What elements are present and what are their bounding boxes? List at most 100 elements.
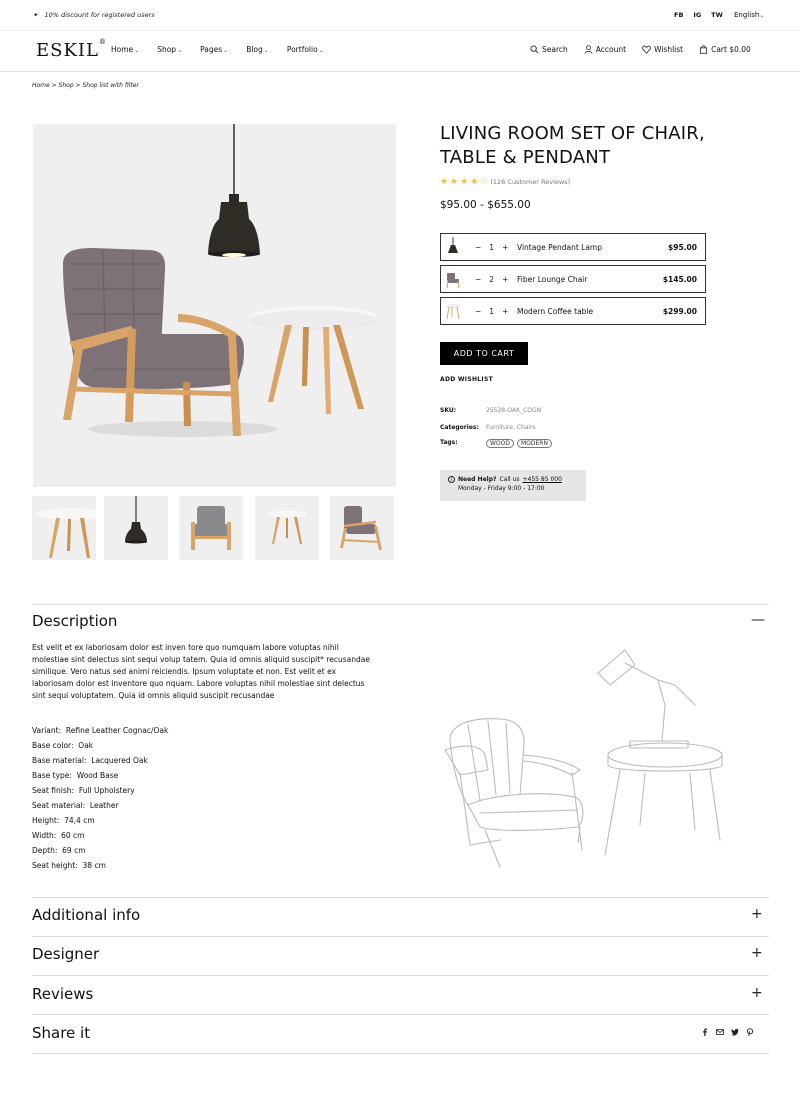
thumbnail-table[interactable] xyxy=(32,496,96,560)
nav-item-blog[interactable]: Blog⌄ xyxy=(246,45,269,54)
bundle-item: − 1 + Modern Coffee table $299.00 xyxy=(440,297,706,325)
star-empty-icon: ☆ xyxy=(480,177,489,187)
header-utilities: Search Account Wishlist Cart $0.00 xyxy=(530,45,751,54)
increase-qty-button[interactable]: + xyxy=(502,243,508,252)
qty-value[interactable]: 2 xyxy=(489,275,494,284)
designer-heading[interactable]: Designer xyxy=(32,945,99,963)
spec-value: 38 cm xyxy=(82,861,106,870)
pinterest-icon[interactable] xyxy=(746,1028,754,1036)
chevron-down-icon: ⌄ xyxy=(223,47,229,54)
spec-value: Refine Leather Cognac/Oak xyxy=(65,726,169,735)
twitter-icon[interactable] xyxy=(731,1028,739,1036)
divider xyxy=(32,975,769,976)
tag-wood[interactable]: WOOD xyxy=(486,439,514,448)
table-icon xyxy=(445,304,461,320)
search-icon xyxy=(530,45,539,54)
heart-icon xyxy=(642,45,651,54)
plus-icon[interactable]: + xyxy=(751,985,763,1001)
plus-icon[interactable]: + xyxy=(751,945,763,961)
thumbnail-chair-front[interactable] xyxy=(179,496,243,560)
bundle-item-price: $145.00 xyxy=(662,274,697,284)
review-count[interactable]: (126 Customer Reviews) xyxy=(490,178,570,186)
help-label: Need Help? xyxy=(458,476,497,483)
mail-icon[interactable] xyxy=(716,1028,724,1036)
star-filled-icon: ★ xyxy=(470,177,479,187)
description-heading[interactable]: Description xyxy=(32,612,117,630)
decrease-qty-button[interactable]: − xyxy=(475,307,481,316)
nav-item-home[interactable]: Home⌄ xyxy=(111,45,139,54)
sku-label: SKU: xyxy=(440,407,457,414)
logo[interactable]: ESKIL® xyxy=(36,38,107,61)
qty-value[interactable]: 1 xyxy=(489,307,494,316)
chevron-down-icon: ⌄ xyxy=(134,47,140,54)
help-phone-link[interactable]: +455 85 000 xyxy=(523,476,562,483)
thumbnail-table-2[interactable] xyxy=(255,496,319,560)
quantity-stepper: − 1 + xyxy=(475,243,515,252)
spec-row: Seat finish: Full Upholstery xyxy=(32,783,168,798)
social-link-fb[interactable]: FB xyxy=(674,11,683,19)
breadcrumb[interactable]: Home > Shop > Shop list with filter xyxy=(32,82,139,89)
divider xyxy=(32,1014,769,1015)
divider xyxy=(32,1053,769,1054)
spec-row: Seat height: 38 cm xyxy=(32,858,168,873)
wishlist-button[interactable]: Wishlist xyxy=(642,45,683,54)
thumbnail-chair-side[interactable] xyxy=(330,496,394,560)
bundle-item-price: $95.00 xyxy=(668,242,697,252)
nav-label: Shop xyxy=(157,45,177,54)
bundle-item: − 1 + Vintage Pendant Lamp $95.00 xyxy=(440,233,706,261)
decrease-qty-button[interactable]: − xyxy=(475,243,481,252)
bundle-item-name[interactable]: Modern Coffee table xyxy=(517,307,663,316)
star-filled-icon: ★ xyxy=(450,177,459,187)
bundle-item-name[interactable]: Vintage Pendant Lamp xyxy=(517,243,668,252)
product-main-image[interactable] xyxy=(33,124,396,487)
nav-item-pages[interactable]: Pages⌄ xyxy=(200,45,228,54)
collapse-icon[interactable]: — xyxy=(751,612,765,628)
language-select[interactable]: English⌄ xyxy=(734,11,764,19)
search-button[interactable]: Search xyxy=(530,45,568,54)
specs-list: Variant: Refine Leather Cognac/Oak Base … xyxy=(32,723,168,873)
nav-label: Home xyxy=(111,45,134,54)
social-link-tw[interactable]: TW xyxy=(711,11,723,19)
reviews-heading[interactable]: Reviews xyxy=(32,985,93,1003)
chevron-down-icon: ⌄ xyxy=(263,47,269,54)
bundle-item-name[interactable]: Fiber Lounge Chair xyxy=(517,275,663,284)
spec-key: Base type: xyxy=(32,771,72,780)
cart-button[interactable]: Cart $0.00 xyxy=(699,45,751,54)
qty-value[interactable]: 1 xyxy=(489,243,494,252)
nav-label: Blog xyxy=(246,45,263,54)
account-button[interactable]: Account xyxy=(584,45,626,54)
increase-qty-button[interactable]: + xyxy=(502,275,508,284)
tag-modern[interactable]: MODERN xyxy=(517,439,552,448)
table-thumbnail-image xyxy=(36,508,96,558)
chevron-down-icon: ⌄ xyxy=(318,47,324,54)
price-range: $95.00 - $655.00 xyxy=(440,199,531,211)
plus-icon[interactable]: + xyxy=(751,906,763,922)
lamp-thumbnail-image xyxy=(125,496,147,544)
increase-qty-button[interactable]: + xyxy=(502,307,508,316)
product-title: LIVING ROOM SET OF CHAIR, TABLE & PENDAN… xyxy=(440,122,760,170)
product-rating[interactable]: ★ ★ ★ ★ ☆ (126 Customer Reviews) xyxy=(440,177,570,187)
decrease-qty-button[interactable]: − xyxy=(475,275,481,284)
top-bar: ✦ 10% discount for registered users FB I… xyxy=(0,0,800,31)
tags-row: Tags: WOOD MODERN xyxy=(440,439,555,448)
add-to-cart-button[interactable]: ADD TO CART xyxy=(440,342,528,365)
spec-row: Depth: 69 cm xyxy=(32,843,168,858)
share-heading: Share it xyxy=(32,1024,91,1042)
facebook-icon[interactable] xyxy=(701,1028,709,1036)
additional-info-heading[interactable]: Additional info xyxy=(32,906,140,924)
star-filled-icon: ★ xyxy=(460,177,469,187)
sku-value: 25528-OAK_COGN xyxy=(486,407,542,414)
living-room-set-illustration xyxy=(33,124,396,487)
share-buttons xyxy=(701,1028,754,1036)
spec-key: Depth: xyxy=(32,846,58,855)
social-link-ig[interactable]: IG xyxy=(693,11,701,19)
spec-key: Seat material: xyxy=(32,801,86,810)
nav-item-portfolio[interactable]: Portfolio⌄ xyxy=(287,45,324,54)
spec-row: Seat material: Leather xyxy=(32,798,168,813)
nav-item-shop[interactable]: Shop⌄ xyxy=(157,45,182,54)
thumbnail-lamp[interactable] xyxy=(104,496,168,560)
add-wishlist-link[interactable]: ADD WISHLIST xyxy=(440,376,493,383)
categories-value[interactable]: Furniture, Chairs xyxy=(486,424,536,431)
logo-text: ESKIL xyxy=(36,40,99,61)
spec-row: Base type: Wood Base xyxy=(32,768,168,783)
